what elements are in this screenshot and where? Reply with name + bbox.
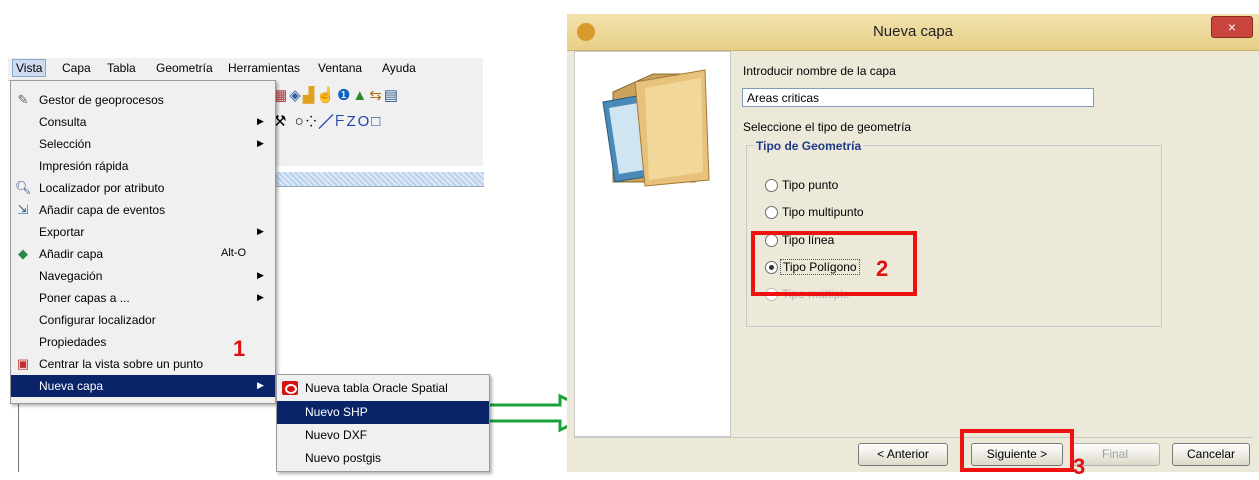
toolbar-row-2[interactable]: ⚒ ○⁘╱ᖴZO□ (273, 112, 483, 132)
cancel-button[interactable]: Cancelar (1172, 443, 1250, 466)
dialog-title: Nueva capa (872, 23, 954, 40)
magnifier-icon: 🔍︎ (15, 180, 32, 195)
radio-tipo-punto[interactable] (765, 179, 778, 192)
menu-item-configurar-localizador[interactable]: Configurar localizador (11, 309, 275, 331)
oracle-icon (282, 381, 298, 395)
annotation-step-3: 3 (1073, 454, 1086, 479)
previous-button[interactable]: < Anterior (858, 443, 948, 466)
toolbar-area: ▦◈▟☝❶▲⇆▤ ⚒ ○⁘╱ᖴZO□ (273, 80, 483, 166)
close-icon[interactable]: × (1211, 16, 1253, 38)
wizard-image-panel (574, 51, 731, 437)
folder-icon (602, 69, 710, 187)
menu-ventana[interactable]: Ventana (318, 61, 362, 75)
menu-geometria[interactable]: Geometría (156, 61, 213, 75)
menu-item-anadir-capa[interactable]: ◆ Añadir capa Alt-O (11, 243, 275, 265)
menu-item-navegacion[interactable]: Navegación ▶ (11, 265, 275, 287)
menu-item-nuevo-shp[interactable]: Nuevo SHP (277, 401, 489, 424)
menu-item-impresion-rapida[interactable]: Impresión rápida (11, 155, 275, 177)
submenu-arrow-icon: ▶ (257, 138, 264, 148)
menu-ayuda[interactable]: Ayuda (382, 61, 416, 75)
menu-herramientas[interactable]: Herramientas (228, 61, 300, 75)
layer-name-input[interactable]: Areas criticas (742, 88, 1094, 107)
menu-tabla[interactable]: Tabla (107, 61, 136, 75)
radio-label-multipunto: Tipo multipunto (782, 205, 864, 219)
geometry-prompt: Seleccione el tipo de geometría (743, 120, 912, 134)
nueva-capa-submenu: Nueva tabla Oracle Spatial Nuevo SHP Nue… (276, 374, 490, 472)
menu-item-consulta[interactable]: Consulta ▶ (11, 111, 275, 133)
menu-item-localizador-atributo[interactable]: 🔍︎ Localizador por atributo (11, 177, 275, 199)
annotation-box-2 (751, 231, 917, 296)
menu-item-nuevo-postgis[interactable]: Nuevo postgis (277, 447, 489, 470)
add-layer-icon: ◆ (18, 246, 28, 261)
submenu-arrow-icon: ▶ (257, 270, 264, 280)
menu-capa[interactable]: Capa (62, 61, 91, 75)
add-events-icon: ⇲ (17, 202, 29, 217)
gvsig-main-window: Vista Capa Tabla Geometría Herramientas … (8, 0, 490, 472)
menu-item-nueva-tabla-oracle[interactable]: Nueva tabla Oracle Spatial (277, 377, 489, 400)
menu-bar: Vista Capa Tabla Geometría Herramientas … (8, 58, 483, 81)
menu-item-poner-capas[interactable]: Poner capas a ... ▶ (11, 287, 275, 309)
wizard-button-bar: < Anterior Siguiente > Final Cancelar (574, 437, 1253, 473)
menu-item-seleccion[interactable]: Selección ▶ (11, 133, 275, 155)
menu-item-exportar[interactable]: Exportar ▶ (11, 221, 275, 243)
menu-vista[interactable]: Vista (12, 59, 47, 77)
submenu-arrow-icon: ▶ (257, 116, 264, 126)
center-view-icon: ▣ (16, 356, 30, 371)
nueva-capa-dialog: Nueva capa × Introducir nombre de la cap… (567, 14, 1259, 479)
dialog-body: Introducir nombre de la capa Areas criti… (574, 51, 1253, 479)
radio-tipo-multipunto[interactable] (765, 206, 778, 219)
annotation-step-1: 1 (233, 336, 246, 361)
submenu-arrow-icon: ▶ (257, 226, 264, 236)
menu-item-nuevo-dxf[interactable]: Nuevo DXF (277, 424, 489, 447)
layer-name-label: Introducir nombre de la capa (743, 64, 896, 78)
submenu-arrow-icon: ▶ (257, 380, 264, 390)
menu-item-anadir-capa-eventos[interactable]: ⇲ Añadir capa de eventos (11, 199, 275, 221)
annotation-step-2: 2 (876, 256, 889, 281)
radio-label-punto: Tipo punto (782, 178, 839, 192)
toolbar-row-1[interactable]: ▦◈▟☝❶▲⇆▤ (273, 86, 483, 106)
menu-item-gestor-geoprocesos[interactable]: ✎ Gestor de geoprocesos (11, 89, 275, 111)
submenu-arrow-icon: ▶ (257, 292, 264, 302)
annotation-box-3 (960, 429, 1074, 472)
geometry-group-title: Tipo de Geometría (754, 139, 864, 153)
menu-item-nueva-capa[interactable]: Nueva capa ▶ (11, 375, 275, 397)
geoprocess-icon: ✎ (17, 92, 29, 107)
dialog-title-bar[interactable]: Nueva capa × (567, 14, 1259, 51)
